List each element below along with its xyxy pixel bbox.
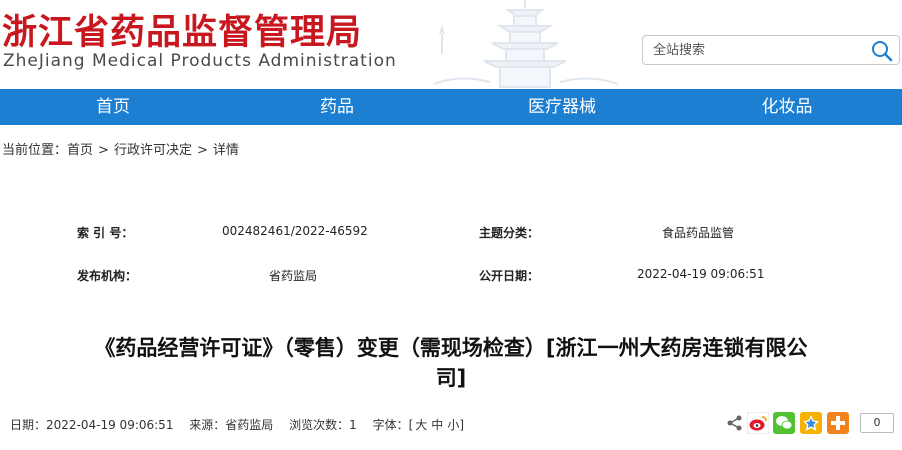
font-size-small-button[interactable]: 小	[447, 418, 459, 432]
breadcrumb-separator: >	[98, 143, 109, 158]
font-size-prefix: 字体：[	[372, 418, 414, 432]
more-share-icon[interactable]	[827, 412, 849, 434]
main-nav: 首页 药品 医疗器械 化妆品	[0, 89, 902, 125]
nav-item-medical-devices[interactable]: 医疗器械	[502, 89, 622, 125]
article-source: 来源：省药监局	[189, 418, 274, 432]
search-box	[642, 35, 900, 65]
article-title-line1: 《药品经营许可证》（零售）变更（需现场检查）[浙江一州大药房连锁有限公	[94, 336, 808, 360]
publish-date-label: 公开日期：	[479, 269, 540, 283]
article-title: 《药品经营许可证》（零售）变更（需现场检查）[浙江一州大药房连锁有限公 司]	[0, 333, 902, 393]
article-title-line2: 司]	[435, 366, 467, 390]
publisher-value: 省药监局	[269, 269, 318, 283]
site-header: 浙江省药品监督管理局 ZheJiang Medical Products Adm…	[0, 0, 902, 88]
publish-date-value: 2022-04-19 09:06:51	[637, 267, 765, 281]
publisher-label: 发布机构：	[77, 269, 138, 283]
search-icon[interactable]	[871, 40, 893, 62]
breadcrumb-current: 详情	[212, 143, 239, 158]
index-number-label: 索 引 号：	[77, 226, 134, 240]
font-size-suffix: ]	[459, 418, 465, 432]
share-icon[interactable]	[726, 414, 744, 432]
wechat-icon[interactable]	[773, 412, 795, 434]
search-input[interactable]	[653, 36, 853, 64]
view-count: 浏览次数：1	[289, 418, 357, 432]
font-size-medium-button[interactable]: 中	[431, 418, 443, 432]
breadcrumb: 当前位置：首页 > 行政许可决定 > 详情	[2, 139, 239, 158]
site-title[interactable]: 浙江省药品监督管理局	[2, 4, 362, 55]
nav-item-drugs[interactable]: 药品	[277, 89, 397, 125]
breadcrumb-prefix: 当前位置：	[2, 143, 68, 158]
pagoda-watermark	[433, 0, 619, 88]
breadcrumb-home[interactable]: 首页	[67, 143, 93, 158]
nav-item-cosmetics[interactable]: 化妆品	[727, 89, 847, 125]
nav-item-home[interactable]: 首页	[53, 89, 173, 125]
site-title-english: ZheJiang Medical Products Administration	[3, 51, 397, 71]
breadcrumb-permits[interactable]: 行政许可决定	[114, 143, 192, 158]
topic-value: 食品药品监管	[662, 226, 735, 240]
article-info-bar: 日期：2022-04-19 09:06:51 来源：省药监局 浏览次数：1 字体…	[10, 416, 464, 433]
breadcrumb-separator: >	[196, 143, 208, 158]
font-size-large-button[interactable]: 大	[415, 418, 427, 432]
share-count: 0	[860, 413, 894, 433]
index-number-value: 002482461/2022-46592	[222, 224, 368, 238]
topic-label: 主题分类：	[479, 226, 540, 240]
article-date: 日期：2022-04-19 09:06:51	[10, 418, 174, 432]
qzone-icon[interactable]	[800, 412, 822, 434]
weibo-icon[interactable]	[747, 412, 769, 434]
